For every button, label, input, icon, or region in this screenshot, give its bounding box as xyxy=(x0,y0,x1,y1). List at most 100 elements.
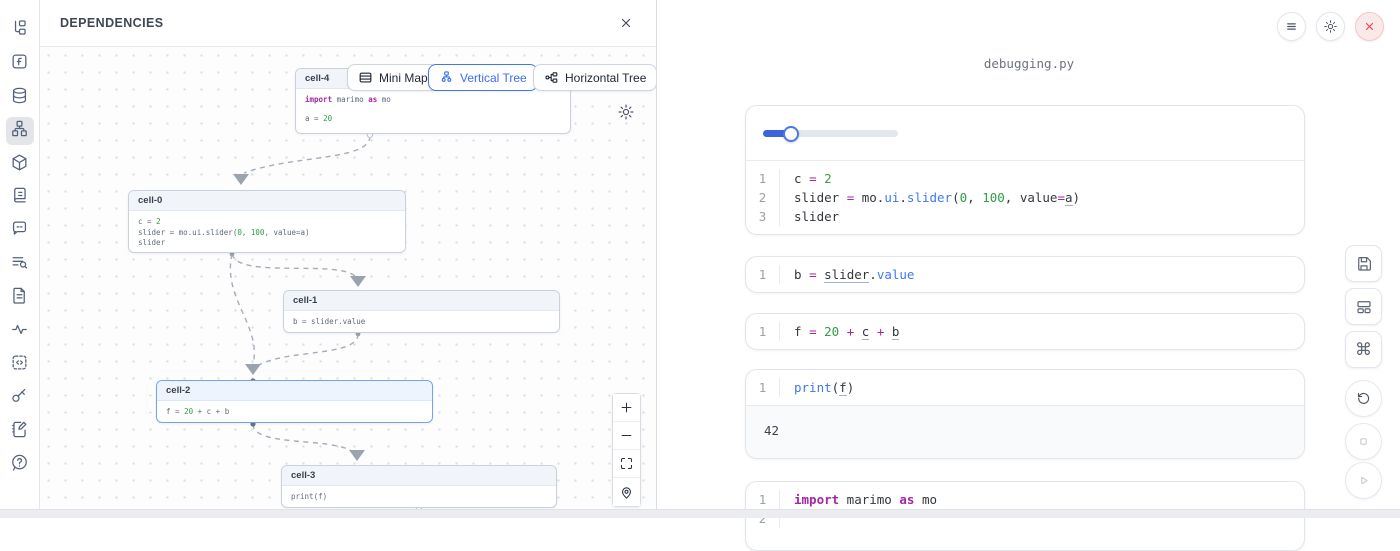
edge-cell0-cell2 xyxy=(230,254,254,365)
sidebar-item-secrets[interactable] xyxy=(6,384,34,412)
sidebar-item-datasources[interactable] xyxy=(6,84,34,112)
gear-icon xyxy=(617,103,635,121)
notebook-menu-button[interactable] xyxy=(1277,12,1306,41)
edge-cell1-cell2 xyxy=(259,334,358,365)
line-number: 1 xyxy=(746,169,779,188)
minimap-button[interactable]: Mini Map xyxy=(347,64,439,91)
code-line: b = slider.value xyxy=(293,317,550,328)
notebook-panel: debugging.py 1c = 22slider = mo.ui.slide… xyxy=(658,0,1400,509)
code-line: print(f) xyxy=(291,492,547,503)
sidebar-item-documentation[interactable] xyxy=(6,284,34,312)
activity-icon xyxy=(10,320,29,344)
code-text: slider = mo.ui.slider(0, 100, value=a) xyxy=(779,188,1304,207)
sidebar-item-snippets[interactable] xyxy=(6,184,34,212)
code-line: 1import marimo as mo xyxy=(746,490,1304,509)
edge-cell4-cell0 xyxy=(244,136,370,173)
code-text: print(f) xyxy=(291,492,327,501)
code-text: c = 2 xyxy=(779,169,1304,188)
file-text-icon xyxy=(10,286,29,310)
run-button[interactable] xyxy=(1345,462,1382,499)
sidebar-item-chat[interactable] xyxy=(6,217,34,245)
sidebar-item-help[interactable] xyxy=(6,451,34,479)
edge-cell2-cell3 xyxy=(253,424,352,451)
fit-view-button[interactable] xyxy=(613,450,640,478)
graph-node-cell-1[interactable]: cell-1 b = slider.value xyxy=(283,290,560,333)
line-number: 1 xyxy=(746,378,779,397)
arrowhead xyxy=(350,276,366,287)
graph-node-code: f = 20 + c + b xyxy=(157,401,432,423)
chat-bubble-icon xyxy=(10,219,29,243)
line-number: 3 xyxy=(746,207,779,226)
code-text: c = 2 xyxy=(138,217,161,226)
graph-settings-button[interactable] xyxy=(617,103,635,121)
layout-icon xyxy=(1355,298,1373,316)
notebook-cell-b[interactable]: 1b = slider.value xyxy=(745,256,1305,293)
sidebar-item-packages[interactable] xyxy=(6,151,34,179)
zoom-in-button[interactable] xyxy=(613,394,640,422)
slider-handle[interactable] xyxy=(783,126,799,142)
close-dependencies-button[interactable] xyxy=(616,13,636,33)
graph-node-code: import marimo as mo a = 20 xyxy=(296,89,570,130)
sidebar-item-outputs[interactable] xyxy=(6,351,34,379)
arrowhead xyxy=(245,364,261,375)
line-number: 2 xyxy=(746,188,779,207)
notebook-cell-f[interactable]: 1f = 20 + c + b xyxy=(745,313,1305,350)
package-icon xyxy=(10,153,29,177)
vertical-tree-label: Vertical Tree xyxy=(460,71,527,85)
sidebar-item-file-tree[interactable] xyxy=(6,17,34,45)
code-line: import marimo as mo xyxy=(305,95,561,106)
notebook-cell-slider[interactable]: 1c = 22slider = mo.ui.slider(0, 100, val… xyxy=(745,105,1305,235)
cell-output-value: 42 xyxy=(746,405,1304,458)
graph-node-cell-2-selected[interactable]: cell-2 f = 20 + c + b xyxy=(156,380,433,423)
sidebar-item-functions[interactable] xyxy=(6,50,34,78)
cell-code-editor[interactable]: 1b = slider.value xyxy=(746,257,1304,292)
code-text: print(f) xyxy=(779,378,1304,397)
close-icon xyxy=(619,16,633,30)
notebook-cell-print[interactable]: 1print(f) 42 xyxy=(745,369,1305,459)
cell-code-editor[interactable]: 1c = 22slider = mo.ui.slider(0, 100, val… xyxy=(746,161,1304,234)
minimap-label: Mini Map xyxy=(379,71,428,85)
save-icon xyxy=(1355,255,1373,273)
code-line: f = 20 + c + b xyxy=(166,407,423,418)
code-text: slider xyxy=(779,207,1304,226)
dependency-graph-canvas[interactable]: cell-4 import marimo as moa = 20 cell-0 … xyxy=(40,47,656,509)
graph-node-cell-0[interactable]: cell-0 c = 2 slider = mo.ui.slider(0, 100… xyxy=(128,190,406,253)
notebook-settings-button[interactable] xyxy=(1316,12,1345,41)
stop-button[interactable] xyxy=(1345,423,1382,460)
zoom-out-button[interactable] xyxy=(613,422,640,450)
database-icon xyxy=(10,86,29,110)
scroll-icon xyxy=(10,186,29,210)
cell-output-area xyxy=(746,106,1304,161)
layout-button[interactable] xyxy=(1345,288,1382,325)
code-text: b = slider.value xyxy=(779,265,1304,284)
code-text: slider = mo.ui.slider(0, 100, value=a) xyxy=(138,228,310,237)
graph-node-code: print(f) xyxy=(282,486,556,508)
graph-node-title: cell-0 xyxy=(129,191,405,211)
code-text: a = 20 xyxy=(305,114,332,123)
code-line: 1print(f) xyxy=(746,378,1304,397)
plus-icon xyxy=(619,400,634,415)
gear-icon xyxy=(1323,19,1338,34)
arrowhead xyxy=(233,174,249,185)
graph-node-cell-3[interactable]: cell-3 print(f) xyxy=(281,465,557,508)
code-text: import marimo as mo xyxy=(779,490,1304,509)
sidebar-item-scratchpad[interactable] xyxy=(6,418,34,446)
vertical-tree-button[interactable]: Vertical Tree xyxy=(428,64,538,91)
notebook-close-button[interactable] xyxy=(1355,12,1384,41)
sidebar-item-tracing[interactable] xyxy=(6,318,34,346)
cell-code-editor[interactable]: 1print(f) xyxy=(746,370,1304,405)
undo-icon xyxy=(1355,390,1372,407)
save-button[interactable] xyxy=(1345,245,1382,282)
sidebar-item-logs[interactable] xyxy=(6,251,34,279)
undo-button[interactable] xyxy=(1345,380,1382,417)
slider-widget[interactable] xyxy=(763,130,898,137)
center-selection-button[interactable] xyxy=(613,478,640,506)
cell-code-editor[interactable]: 1f = 20 + c + b xyxy=(746,314,1304,349)
code-text: f = 20 + c + b xyxy=(166,407,229,416)
sidebar-item-dependencies[interactable] xyxy=(6,117,34,145)
close-icon xyxy=(1362,19,1377,34)
command-icon: ⌘ xyxy=(1355,341,1372,358)
horizontal-tree-button[interactable]: Horizontal Tree xyxy=(533,64,656,91)
function-square-icon xyxy=(10,52,29,76)
command-palette-button[interactable]: ⌘ xyxy=(1345,331,1382,368)
